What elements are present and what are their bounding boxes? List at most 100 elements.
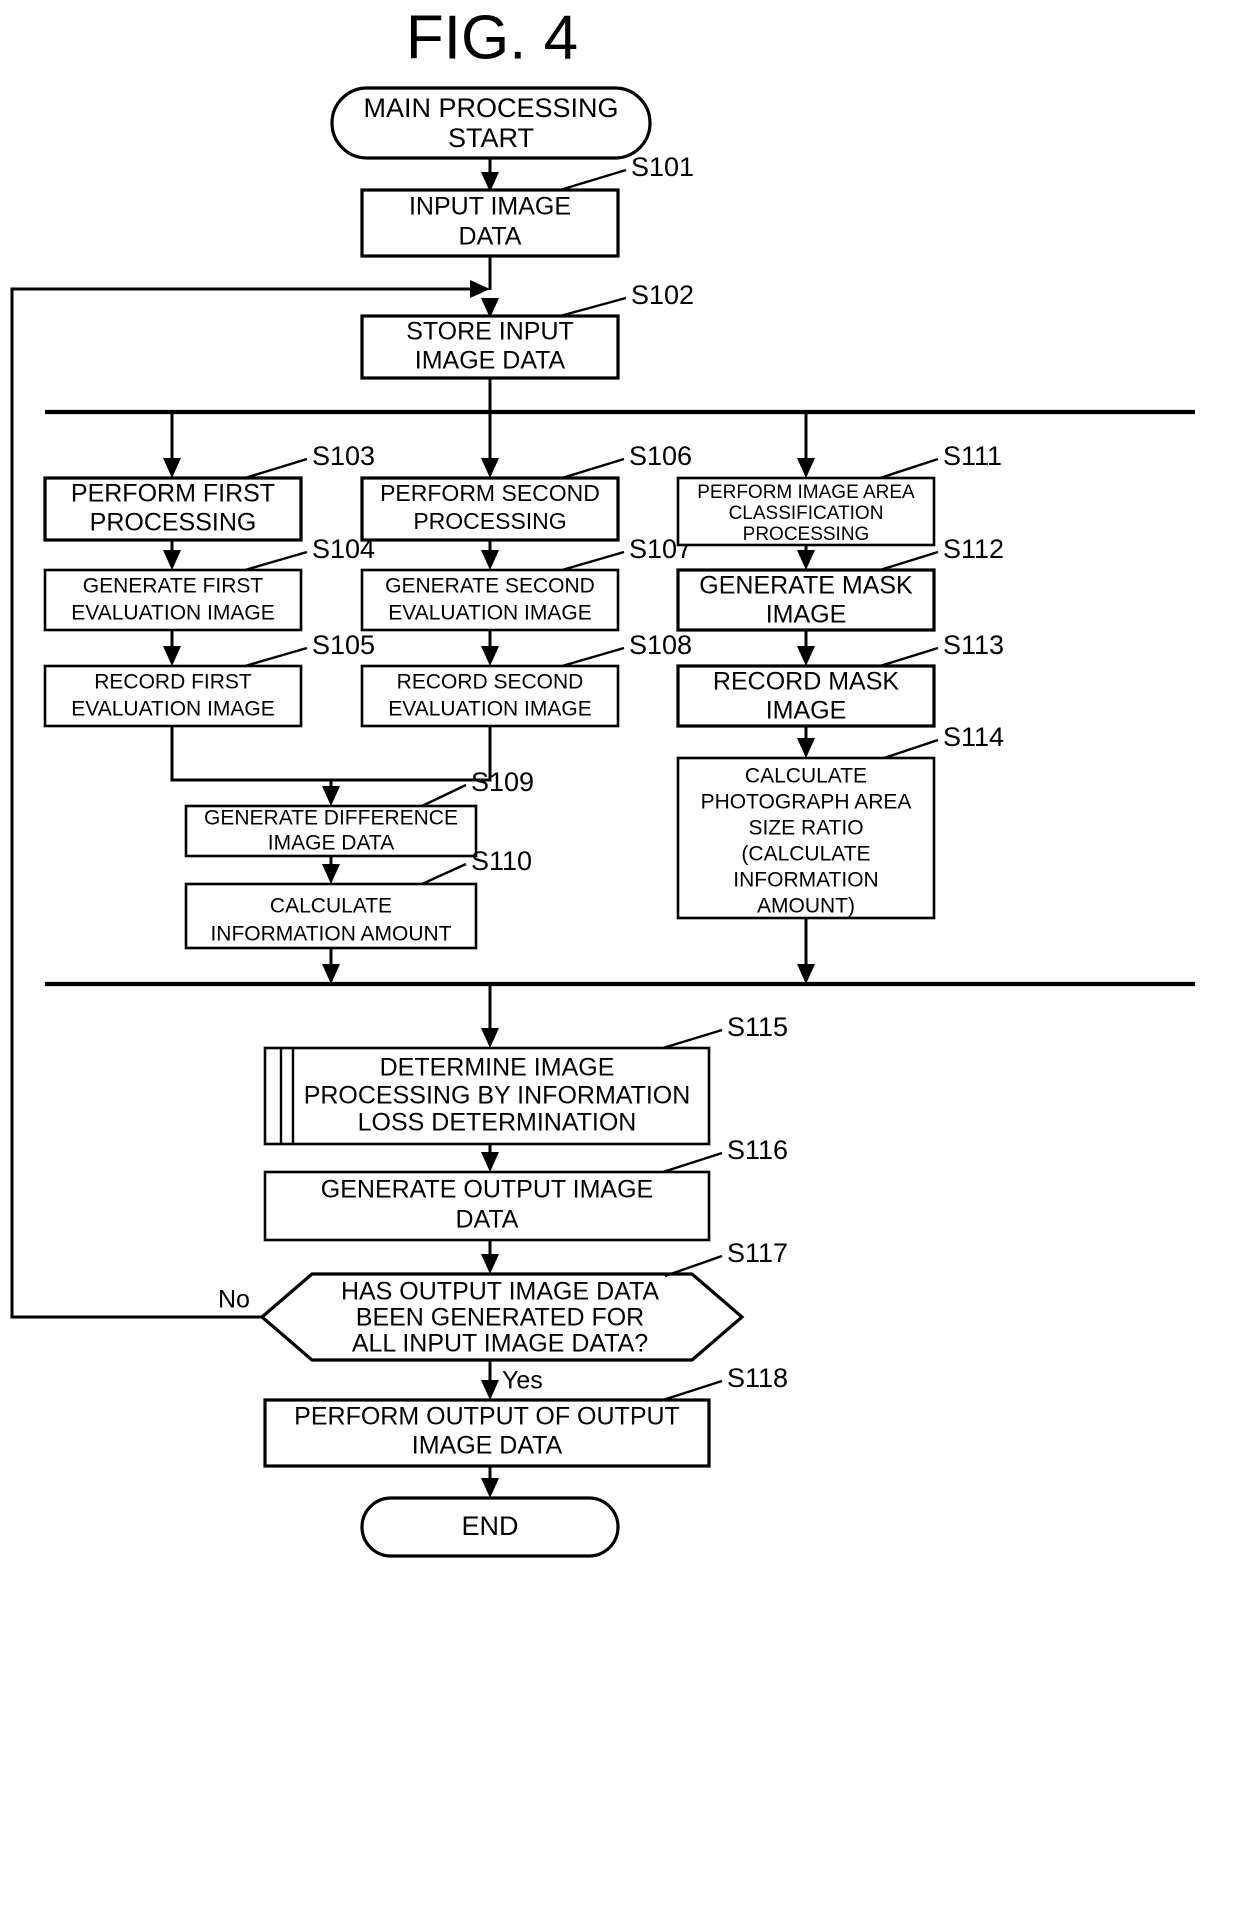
step-label-s116: S116 [727,1135,788,1165]
step-label-s113: S113 [943,630,1004,660]
node-s111-label-line1: PERFORM IMAGE AREA [697,482,915,503]
node-start-label-line1: MAIN PROCESSING [363,93,618,123]
node-s103-label-line2: PROCESSING [90,509,257,537]
leader-s101 [559,168,627,192]
node-s110-label-line2: INFORMATION AMOUNT [210,923,451,946]
step-label-s106: S106 [629,441,692,471]
arrowhead-s110-to-rail [322,964,340,984]
node-s103-label-line1: PERFORM FIRST [71,480,275,508]
arrowhead-rail-to-s111 [797,458,815,478]
node-s102-label-line1: STORE INPUT [406,318,574,346]
step-label-s111: S111 [943,441,1002,471]
node-s111-label-line3: PROCESSING [743,524,870,545]
node-s110-label-line1: CALCULATE [270,895,392,918]
node-s113-label-line2: IMAGE [766,697,847,725]
leader-s110 [421,862,467,886]
step-label-s109: S109 [471,767,534,797]
arrowhead-s114-to-rail [797,964,815,984]
leader-s112 [879,550,939,572]
arrowhead-feedback-loop [470,280,490,298]
leader-s105 [244,646,308,668]
figure-title: FIG. 4 [406,3,578,72]
node-s116-label-line1: GENERATE OUTPUT IMAGE [321,1176,653,1204]
node-s101-label-line2: DATA [459,223,522,251]
node-s109-label-line1: GENERATE DIFFERENCE [204,807,458,830]
node-s108-label-line2: EVALUATION IMAGE [388,698,591,721]
arrowhead-s118-to-end [481,1478,499,1498]
leader-s106 [561,457,625,480]
arrowhead-s115-to-s116 [481,1152,499,1172]
arrowhead-merge-to-s109 [322,786,340,806]
node-end-label: END [461,1511,518,1541]
node-s102-label-line2: IMAGE DATA [415,347,566,375]
node-s104-label-line2: EVALUATION IMAGE [71,602,274,625]
step-label-s103: S103 [312,441,375,471]
leader-s117 [664,1254,723,1278]
leader-s115 [662,1028,723,1050]
step-label-s102: S102 [631,280,694,310]
node-s112-label-line1: GENERATE MASK [699,572,913,600]
connector-feedback-loop [10,287,476,1319]
node-s113-label-line1: RECORD MASK [713,668,899,696]
node-s101-label-line1: INPUT IMAGE [409,193,571,221]
arrowhead-s109-to-s110 [322,864,340,884]
node-s106-label-line2: PROCESSING [413,508,566,534]
arrowhead-s104-to-s105 [163,646,181,666]
node-s111-label-line2: CLASSIFICATION [729,503,884,524]
step-label-s112: S112 [943,534,1004,564]
arrowhead-rail-to-s103 [163,458,181,478]
step-label-s115: S115 [727,1012,788,1042]
leader-s118 [662,1379,723,1402]
step-label-s117: S117 [727,1238,788,1268]
arrowhead-s112-to-s113 [797,646,815,666]
arrowhead-s103-to-s104 [163,550,181,570]
figure-root: FIG. 4 MAIN PROCESSING START INPUT IMAGE… [0,0,1240,1921]
leader-s102 [559,296,627,318]
leader-s108 [561,646,625,668]
node-s116-label-line2: DATA [456,1206,519,1234]
node-s104-label-line1: GENERATE FIRST [83,575,264,598]
step-label-s118: S118 [727,1363,788,1393]
leader-s104 [244,550,308,572]
node-s109-label-line2: IMAGE DATA [268,832,394,855]
node-s118-label-line1: PERFORM OUTPUT OF OUTPUT [294,1403,680,1431]
leader-s109 [421,783,467,808]
step-label-s114: S114 [943,722,1004,752]
leader-s114 [883,738,939,760]
arrowhead-s111-to-s112 [797,550,815,570]
node-s118-label-line2: IMAGE DATA [412,1432,563,1460]
node-s115-label-line3: LOSS DETERMINATION [358,1109,637,1137]
arrowhead-rail-to-s115 [481,1028,499,1048]
branch-label-no: No [218,1286,250,1314]
node-s114-label-line6: AMOUNT) [757,895,855,918]
arrowhead-s117-to-s118 [481,1380,499,1400]
connector-merge-s105-s108 [170,726,492,782]
node-start-label-line2: START [448,123,534,153]
node-s105-label-line1: RECORD FIRST [94,671,252,694]
step-label-s101: S101 [631,152,694,182]
node-s117-label-line1: HAS OUTPUT IMAGE DATA [341,1278,659,1306]
arrowhead-s107-to-s108 [481,646,499,666]
node-s106-label-line1: PERFORM SECOND [380,480,600,506]
leader-s113 [879,646,939,668]
node-s107-label-line2: EVALUATION IMAGE [388,602,591,625]
step-label-s110: S110 [471,846,532,876]
branch-label-yes: Yes [502,1367,543,1395]
node-s115-label-line2: PROCESSING BY INFORMATION [304,1082,691,1110]
leader-s107 [561,550,625,572]
flowchart-diagram: FIG. 4 MAIN PROCESSING START INPUT IMAGE… [10,3,1195,1558]
arrowhead-s106-to-s107 [481,550,499,570]
node-s114-label-line1: CALCULATE [745,765,867,788]
node-s115-label-line1: DETERMINE IMAGE [380,1054,615,1082]
node-s114-label-line2: PHOTOGRAPH AREA [701,791,912,814]
step-label-s105: S105 [312,630,375,660]
node-s112-label-line2: IMAGE [766,601,847,629]
step-label-s108: S108 [629,630,692,660]
arrowhead-rail-to-s106 [481,458,499,478]
node-s108-label-line1: RECORD SECOND [397,671,584,694]
node-s117-label-line2: BEEN GENERATED FOR [356,1304,644,1332]
arrowhead-s116-to-s117 [481,1254,499,1274]
leader-s111 [879,457,939,480]
arrowhead-s113-to-s114 [797,738,815,758]
node-s117-label-line3: ALL INPUT IMAGE DATA? [352,1330,648,1358]
